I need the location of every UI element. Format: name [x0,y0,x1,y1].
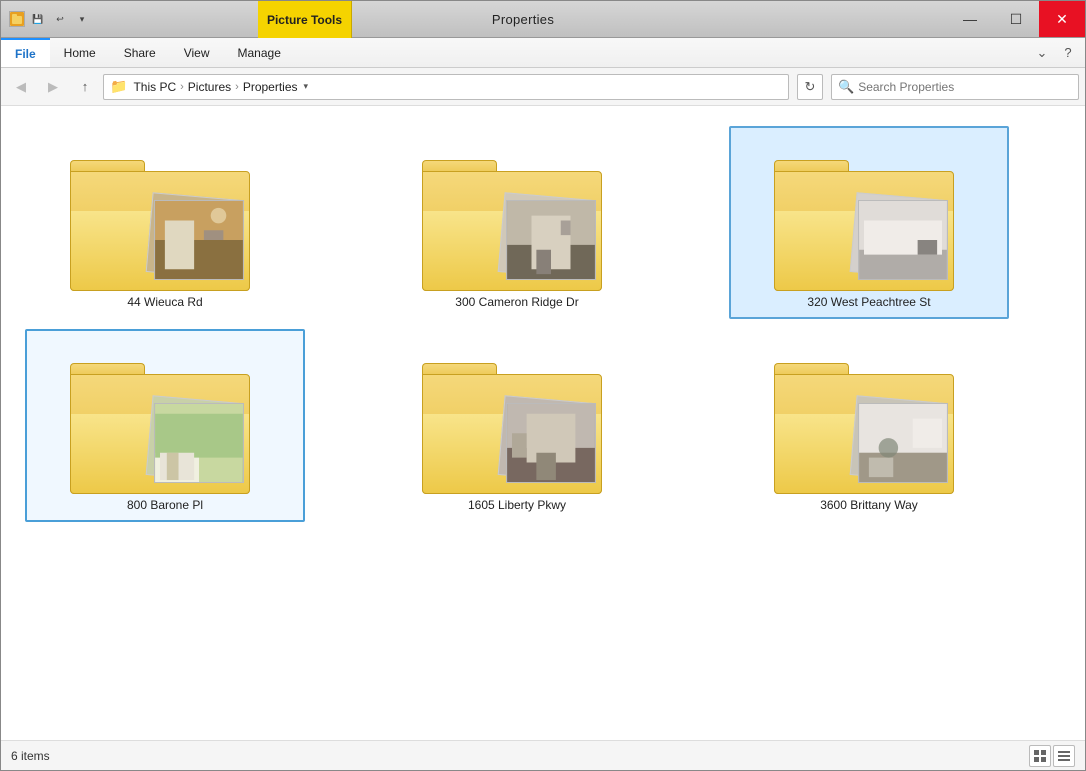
photo-card-front [506,200,596,280]
folder-icon-320-peachtree [774,136,964,291]
large-icons-view-button[interactable] [1029,745,1051,767]
folder-item-5[interactable]: 1605 Liberty Pkwy [377,329,657,522]
ribbon-collapse-button[interactable]: ⌄ [1031,42,1053,64]
tab-file[interactable]: File [1,38,50,67]
breadcrumb-pictures[interactable]: Pictures [188,80,231,94]
ribbon-help-button[interactable]: ? [1057,42,1079,64]
breadcrumb-current: Properties [243,80,298,94]
breadcrumb-dropdown-icon[interactable]: ▾ [304,81,309,92]
app-window: 💾 ↩ ▾ Picture Tools Properties — ☐ ✕ Fil… [0,0,1086,771]
maximize-button[interactable]: ☐ [993,1,1039,37]
search-box[interactable]: 🔍 [831,74,1079,100]
ribbon: File Home Share View Manage ⌄ ? [1,38,1085,68]
folder-label-3: 320 West Peachtree St [807,295,930,309]
details-view-button[interactable] [1053,745,1075,767]
item-count: 6 items [11,749,50,763]
photo-card-front [506,403,596,483]
status-bar: 6 items [1,740,1085,770]
folder-label-2: 300 Cameron Ridge Dr [455,295,578,309]
folder-item-3[interactable]: 320 West Peachtree St [729,126,1009,319]
picture-tools-tab[interactable]: Picture Tools [258,1,352,38]
main-content: 44 Wieuca Rd [1,106,1085,740]
folder-label-4: 800 Barone Pl [127,498,203,512]
folder-item-6[interactable]: 3600 Brittany Way [729,329,1009,522]
quick-access-dropdown[interactable]: ▾ [73,10,91,28]
up-button[interactable]: ↑ [71,74,99,100]
ribbon-right: ⌄ ? [1031,38,1085,67]
quick-access-save[interactable]: 💾 [29,10,47,28]
photo-card-front [858,200,948,280]
tab-home[interactable]: Home [50,38,110,67]
folder-icon-300-cameron [422,136,612,291]
breadcrumb-this-pc[interactable]: This PC [133,80,176,94]
photo-card-front [154,200,244,280]
close-button[interactable]: ✕ [1039,1,1085,37]
title-bar: 💾 ↩ ▾ Picture Tools Properties — ☐ ✕ [1,1,1085,38]
quick-access-undo[interactable]: ↩ [51,10,69,28]
title-bar-left: 💾 ↩ ▾ [1,1,99,37]
search-icon: 🔍 [838,79,854,95]
ribbon-tabs: File Home Share View Manage [1,38,295,67]
folder-label-1: 44 Wieuca Rd [127,295,202,309]
back-button[interactable]: ◀ [7,74,35,100]
photo-card-front [154,403,244,483]
folder-grid: 44 Wieuca Rd [21,122,1065,526]
picture-tools-label: Picture Tools [267,13,342,27]
tab-share[interactable]: Share [110,38,170,67]
breadcrumb-folder-icon: 📁 [110,78,127,95]
folder-icon-800-barone [70,339,260,494]
tab-manage[interactable]: Manage [224,38,295,67]
folder-item-4[interactable]: 800 Barone Pl [25,329,305,522]
folder-icon-3600-brittany [774,339,964,494]
forward-button[interactable]: ▶ [39,74,67,100]
search-input[interactable] [858,80,1072,94]
address-bar: ◀ ▶ ↑ 📁 This PC › Pictures › Properties … [1,68,1085,106]
minimize-button[interactable]: — [947,1,993,37]
photo-card-front [858,403,948,483]
refresh-button[interactable]: ↻ [797,74,823,100]
tab-view[interactable]: View [170,38,224,67]
breadcrumb-bar[interactable]: 📁 This PC › Pictures › Properties ▾ [103,74,789,100]
folder-label-5: 1605 Liberty Pkwy [468,498,566,512]
breadcrumb-sep-1: › [180,81,184,93]
app-icon [9,11,25,27]
folder-label-6: 3600 Brittany Way [820,498,918,512]
view-buttons [1029,745,1075,767]
folder-icon-44-wieuca [70,136,260,291]
window-title: Properties [99,1,947,37]
breadcrumb-sep-2: › [235,81,239,93]
window-controls: — ☐ ✕ [947,1,1085,37]
folder-icon-1605-liberty [422,339,612,494]
folder-item-1[interactable]: 44 Wieuca Rd [25,126,305,319]
folder-item-2[interactable]: 300 Cameron Ridge Dr [377,126,657,319]
